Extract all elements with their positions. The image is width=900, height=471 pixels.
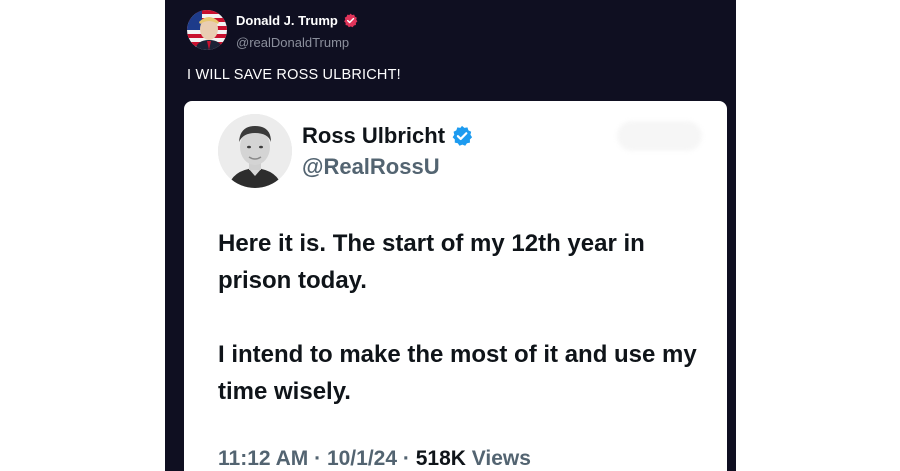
post-text: I WILL SAVE ROSS ULBRICHT!: [187, 67, 401, 83]
verified-badge-icon: [343, 13, 358, 28]
truth-social-post: Donald J. Trump @realDonaldTrump I WILL …: [165, 0, 736, 471]
tweet-date: 10/1/24: [326, 447, 398, 470]
embedded-author-name: Ross Ulbricht: [302, 123, 473, 149]
views-label: Views: [471, 447, 531, 470]
embedded-author-name-text: Ross Ulbricht: [302, 123, 446, 148]
views-count: 518K: [415, 447, 466, 470]
embedded-tweet-text: Here it is. The start of my 12th year in…: [218, 225, 718, 447]
meta-separator: ·: [402, 447, 410, 470]
author-name-text: Donald J. Trump: [236, 13, 338, 28]
embedded-author-handle: @RealRossU: [302, 154, 440, 179]
tweet-time: 11:12 AM: [218, 447, 309, 470]
embedded-tweet-screenshot[interactable]: Ross Ulbricht @RealRossU Here it is. The…: [184, 101, 727, 471]
author-avatar[interactable]: [187, 10, 227, 50]
author-name[interactable]: Donald J. Trump: [236, 13, 358, 28]
blurred-follow-button: [617, 121, 702, 151]
verified-badge-icon: [451, 125, 473, 147]
author-handle[interactable]: @realDonaldTrump: [236, 35, 349, 50]
embedded-author-avatar: [218, 114, 292, 188]
meta-separator: ·: [314, 447, 322, 470]
embedded-tweet-meta: 11:12 AM · 10/1/24 · 518K Views: [218, 447, 531, 471]
embedded-tweet-paragraph: I intend to make the most of it and use …: [218, 341, 697, 405]
embedded-tweet-paragraph: Here it is. The start of my 12th year in…: [218, 230, 645, 294]
